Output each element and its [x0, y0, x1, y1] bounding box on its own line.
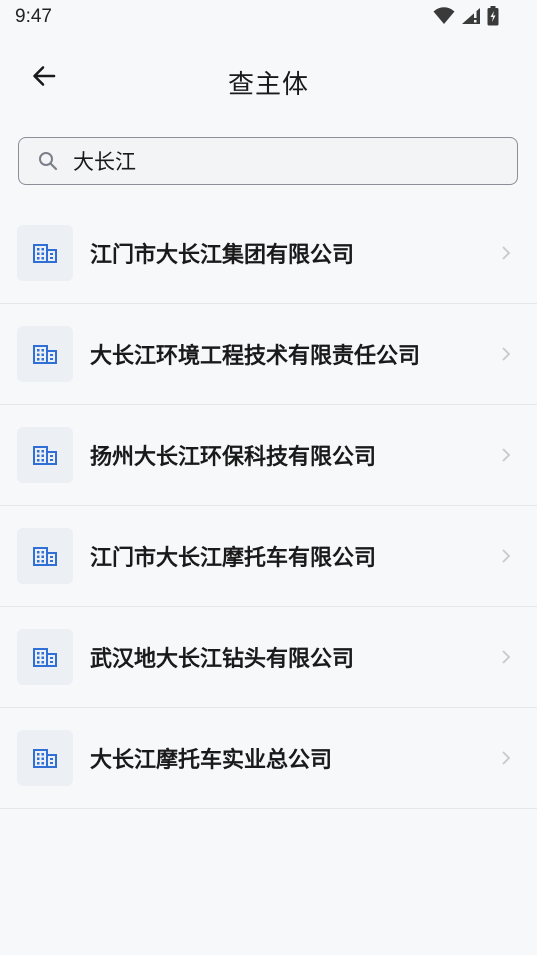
- wifi-icon: [433, 7, 455, 29]
- list-item-label: 扬州大长江环保科技有限公司: [90, 445, 377, 470]
- chevron-right-icon: [499, 750, 513, 766]
- search-bar[interactable]: [18, 137, 518, 185]
- battery-charging-icon: [487, 6, 499, 30]
- search-icon: [37, 150, 59, 172]
- list-item[interactable]: 扬州大长江环保科技有限公司: [0, 405, 537, 506]
- result-list: 江门市大长江集团有限公司 大长江环境工程技术有限责任公司 扬州大长江环保科技有限…: [0, 203, 537, 809]
- list-item[interactable]: 江门市大长江摩托车有限公司: [0, 506, 537, 607]
- status-bar: 9:47: [0, 0, 537, 36]
- list-item-label: 江门市大长江摩托车有限公司: [90, 546, 377, 571]
- chevron-right-icon: [499, 548, 513, 564]
- status-icons: [433, 6, 499, 30]
- building-icon: [17, 730, 73, 786]
- search-input[interactable]: [71, 148, 495, 174]
- app-header: 查主体: [0, 48, 537, 108]
- chevron-right-icon: [499, 245, 513, 261]
- chevron-right-icon: [499, 346, 513, 362]
- list-item-label: 大长江摩托车实业总公司: [90, 748, 333, 773]
- building-icon: [17, 528, 73, 584]
- building-icon: [17, 225, 73, 281]
- list-item[interactable]: 大长江摩托车实业总公司: [0, 708, 537, 809]
- building-icon: [17, 629, 73, 685]
- building-icon: [17, 326, 73, 382]
- list-item-label: 武汉地大长江钻头有限公司: [90, 647, 355, 672]
- building-icon: [17, 427, 73, 483]
- signal-icon: [461, 7, 481, 29]
- list-item[interactable]: 大长江环境工程技术有限责任公司: [0, 304, 537, 405]
- page-title: 查主体: [227, 70, 309, 100]
- list-item-label: 江门市大长江集团有限公司: [90, 243, 355, 268]
- chevron-right-icon: [499, 447, 513, 463]
- list-item-label: 大长江环境工程技术有限责任公司: [90, 344, 421, 369]
- list-item[interactable]: 江门市大长江集团有限公司: [0, 203, 537, 304]
- chevron-right-icon: [499, 649, 513, 665]
- status-time: 9:47: [15, 6, 52, 27]
- list-item[interactable]: 武汉地大长江钻头有限公司: [0, 607, 537, 708]
